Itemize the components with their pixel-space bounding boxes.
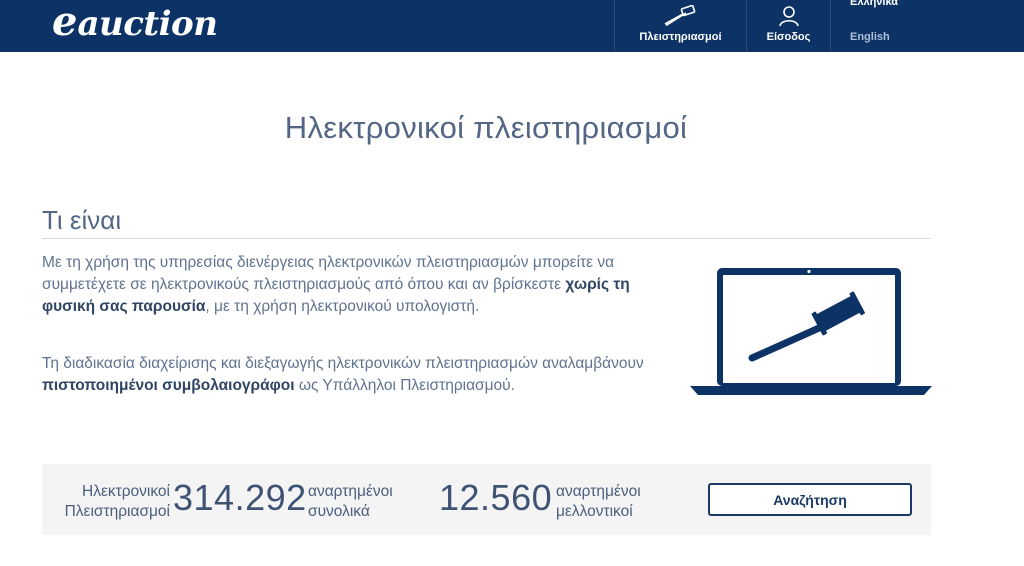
intro-paragraph: Με τη χρήση της υπηρεσίας διενέργειας ηλ…: [42, 252, 672, 318]
future-caption-line1: αναρτημένοι: [556, 483, 641, 500]
gavel-icon: [664, 5, 695, 27]
auction-stats-bar: Ηλεκτρονικοί Πλειστηριασμοί 314.292 αναρ…: [42, 464, 931, 535]
future-caption-line2: μελλοντικοί: [556, 503, 633, 520]
future-auctions-count: 12.560: [439, 477, 553, 518]
user-icon: [778, 6, 799, 27]
nav-auctions[interactable]: Πλειστηριασμοί: [614, 0, 746, 52]
total-caption-line1: αναρτημένοι: [308, 483, 393, 500]
stats-label-line1: Ηλεκτρονικοί: [82, 483, 170, 500]
intro-text-start: Με τη χρήση της υπηρεσίας διενέργειας ηλ…: [42, 254, 615, 293]
nav-login-label: Είσοδος: [766, 31, 811, 43]
notary-text-start: Τη διαδικασία διαχείρισης και διεξαγωγής…: [42, 355, 644, 372]
notary-text-bold: πιστοποιημένοι συμβολαιογράφοι: [42, 377, 295, 394]
total-auctions-count: 314.292: [173, 477, 307, 518]
notary-paragraph: Τη διαδικασία διαχείρισης και διεξαγωγής…: [42, 353, 672, 397]
lang-greek[interactable]: Ελληνικά: [850, 0, 898, 8]
section-divider: [42, 238, 931, 239]
logo-e: e: [52, 0, 78, 45]
stats-label: Ηλεκτρονικοί Πλειστηριασμοί: [42, 482, 170, 522]
future-auctions-caption: αναρτημένοι μελλοντικοί: [556, 482, 641, 522]
section-title: Τι είναι: [42, 205, 122, 235]
language-switcher: Ελληνικά English: [830, 0, 1024, 52]
search-button[interactable]: Αναζήτηση: [708, 483, 912, 516]
laptop-gavel-icon: [690, 268, 932, 395]
total-auctions-caption: αναρτημένοι συνολικά: [308, 482, 393, 522]
stats-label-line2: Πλειστηριασμοί: [64, 503, 170, 520]
eauction-logo[interactable]: e auction: [52, 0, 218, 45]
total-caption-line2: συνολικά: [308, 503, 370, 520]
logo-text: auction: [77, 4, 218, 44]
notary-text-end: ως Υπάλληλοι Πλειστηριασμού.: [294, 377, 515, 394]
nav-auctions-label: Πλειστηριασμοί: [639, 31, 722, 43]
page-title: Ηλεκτρονικοί πλειστηριασμοί: [284, 110, 688, 145]
top-navigation-bar: e auction Πλειστηριασμοί Είσοδος Ελληνικά…: [0, 0, 1024, 52]
nav-login[interactable]: Είσοδος: [746, 0, 830, 52]
lang-english[interactable]: English: [850, 31, 890, 43]
intro-text-end: , με τη χρήση ηλεκτρονικού υπολογιστή.: [205, 298, 480, 315]
